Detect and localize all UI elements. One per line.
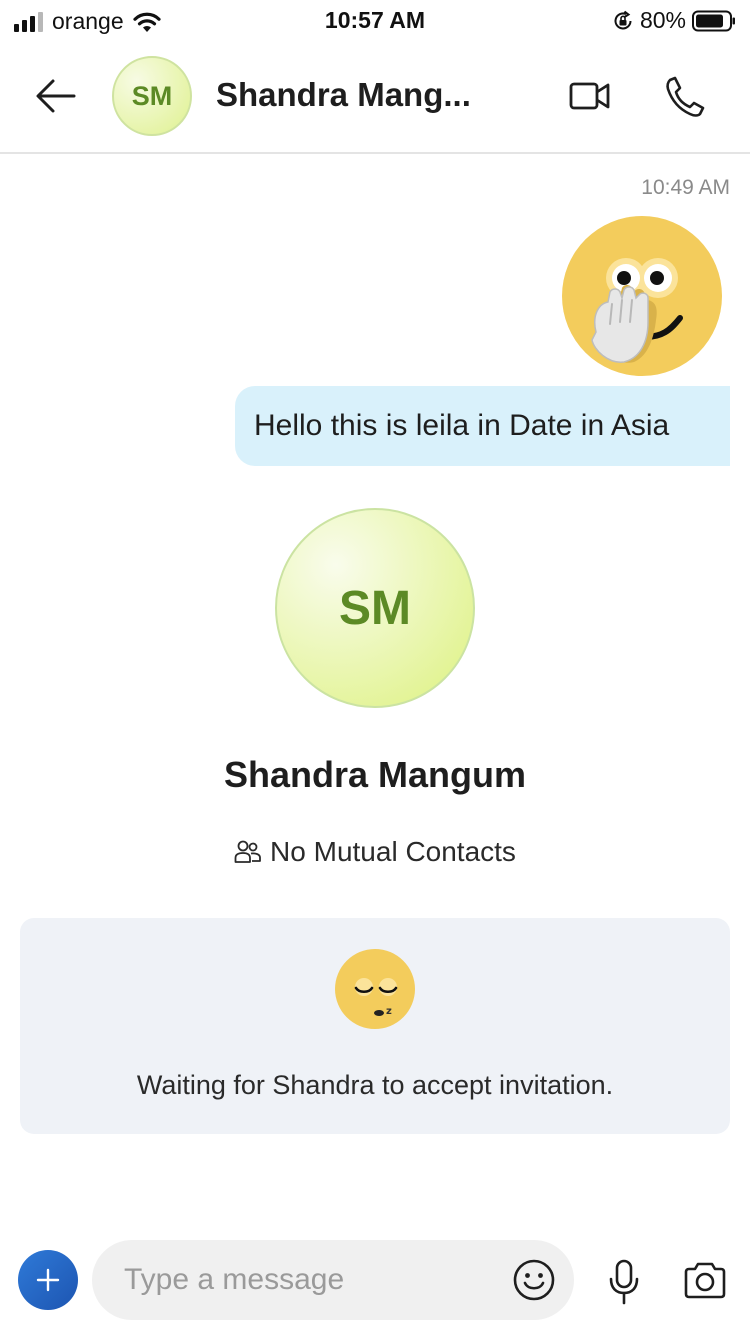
message-composer: [0, 1234, 750, 1334]
contacts-icon: [234, 840, 261, 863]
profile-avatar[interactable]: SM: [275, 508, 475, 708]
message-timestamp: 10:49 AM: [641, 176, 730, 199]
invitation-status-text: Waiting for Shandra to accept invitation…: [136, 1070, 614, 1100]
phone-call-icon[interactable]: [664, 74, 706, 118]
battery-icon: [692, 10, 735, 31]
mutual-contacts: No Mutual Contacts: [0, 836, 750, 868]
plus-icon: [36, 1268, 60, 1292]
orientation-lock-icon: [614, 10, 632, 29]
camera-icon[interactable]: [682, 1260, 728, 1300]
hand-over-mouth-emoji[interactable]: [562, 216, 722, 376]
battery-percent: 80%: [639, 7, 686, 33]
outgoing-message[interactable]: Hello this is leila in Date in Asia: [235, 386, 730, 466]
invitation-card: z Waiting for Shandra to accept invitati…: [20, 918, 730, 1134]
message-input-container: [92, 1240, 574, 1320]
back-arrow-icon[interactable]: [34, 76, 78, 116]
add-attachment-button[interactable]: [18, 1250, 78, 1310]
chat-header: SM Shandra Mang...: [0, 42, 750, 154]
profile-name: Shandra Mangum: [223, 754, 527, 795]
svg-text:z: z: [386, 1006, 392, 1017]
contact-name[interactable]: Shandra Mang...: [216, 76, 506, 114]
sleeping-emoji: z: [335, 949, 415, 1029]
microphone-icon[interactable]: [606, 1258, 642, 1306]
emoji-icon[interactable]: [512, 1258, 556, 1302]
status-bar: orange 10:57 AM 80%: [0, 0, 750, 42]
video-call-icon[interactable]: [568, 78, 612, 114]
contact-avatar[interactable]: SM: [112, 56, 192, 136]
status-right: 80%: [612, 7, 736, 34]
mutual-contacts-label: No Mutual Contacts: [270, 836, 516, 867]
message-input[interactable]: [124, 1240, 494, 1320]
